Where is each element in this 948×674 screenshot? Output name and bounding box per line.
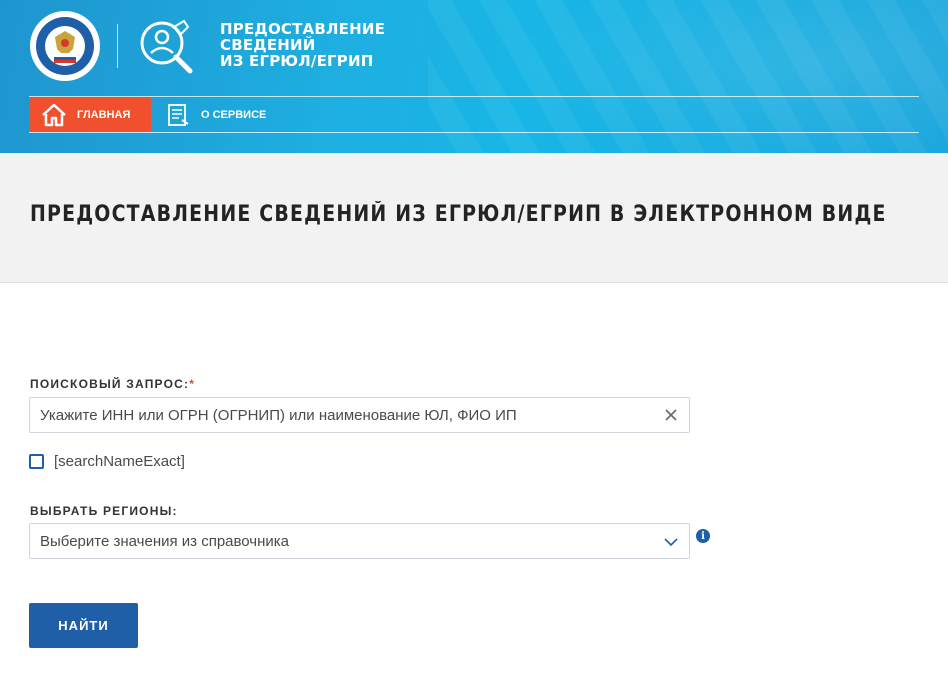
clear-icon[interactable] (663, 407, 679, 423)
document-icon (165, 103, 191, 127)
regions-select[interactable]: Выберите значения из справочника (29, 523, 690, 559)
page-title: ПРЕДОСТАВЛЕНИЕ СВЕДЕНИЙ ИЗ ЕГРЮЛ/ЕГРИП В… (30, 202, 887, 227)
info-icon[interactable]: i (696, 529, 710, 543)
header-pattern (428, 0, 948, 153)
eagle-emblem-icon (36, 17, 94, 75)
service-search-icon (136, 17, 196, 77)
site-header: ПРЕДОСТАВЛЕНИЕ СВЕДЕНИЙ ИЗ ЕГРЮЛ/ЕГРИП Г… (0, 0, 948, 153)
exact-name-checkbox[interactable] (29, 454, 44, 469)
service-title: ПРЕДОСТАВЛЕНИЕ СВЕДЕНИЙ ИЗ ЕГРЮЛ/ЕГРИП (220, 21, 385, 69)
search-form: ПОИСКОВЫЙ ЗАПРОС:* Укажите ИНН или ОГРН … (0, 283, 948, 673)
search-placeholder: Укажите ИНН или ОГРН (ОГРНИП) или наимен… (40, 406, 517, 424)
search-label-text: ПОИСКОВЫЙ ЗАПРОС: (30, 377, 190, 391)
regions-label: ВЫБРАТЬ РЕГИОНЫ: (30, 504, 178, 518)
main-nav: ГЛАВНАЯ О СЕРВИСЕ (29, 97, 266, 132)
nav-item-about[interactable]: О СЕРВИСЕ (151, 97, 266, 132)
page-title-band: ПРЕДОСТАВЛЕНИЕ СВЕДЕНИЙ ИЗ ЕГРЮЛ/ЕГРИП В… (0, 153, 948, 283)
search-submit-button[interactable]: НАЙТИ (29, 603, 138, 648)
regions-placeholder: Выберите значения из справочника (40, 532, 290, 550)
search-input[interactable]: Укажите ИНН или ОГРН (ОГРНИП) или наимен… (29, 397, 690, 433)
nav-divider-bottom (29, 132, 919, 133)
service-title-line: ИЗ ЕГРЮЛ/ЕГРИП (220, 52, 374, 70)
nav-label-home: ГЛАВНАЯ (77, 108, 131, 121)
service-title-line: ПРЕДОСТАВЛЕНИЕ (220, 20, 386, 38)
fns-emblem-logo[interactable] (30, 11, 100, 81)
service-title-line: СВЕДЕНИЙ (220, 36, 316, 54)
chevron-down-icon[interactable] (663, 535, 679, 549)
search-label: ПОИСКОВЫЙ ЗАПРОС:* (30, 377, 195, 391)
home-icon (41, 103, 67, 127)
nav-label-about: О СЕРВИСЕ (201, 108, 267, 121)
nav-item-home[interactable]: ГЛАВНАЯ (29, 97, 151, 132)
header-divider (117, 24, 118, 68)
exact-name-checkbox-label: [searchNameExact] (54, 453, 185, 470)
required-mark: * (189, 377, 196, 391)
exact-name-checkbox-row[interactable]: [searchNameExact] (29, 453, 185, 470)
